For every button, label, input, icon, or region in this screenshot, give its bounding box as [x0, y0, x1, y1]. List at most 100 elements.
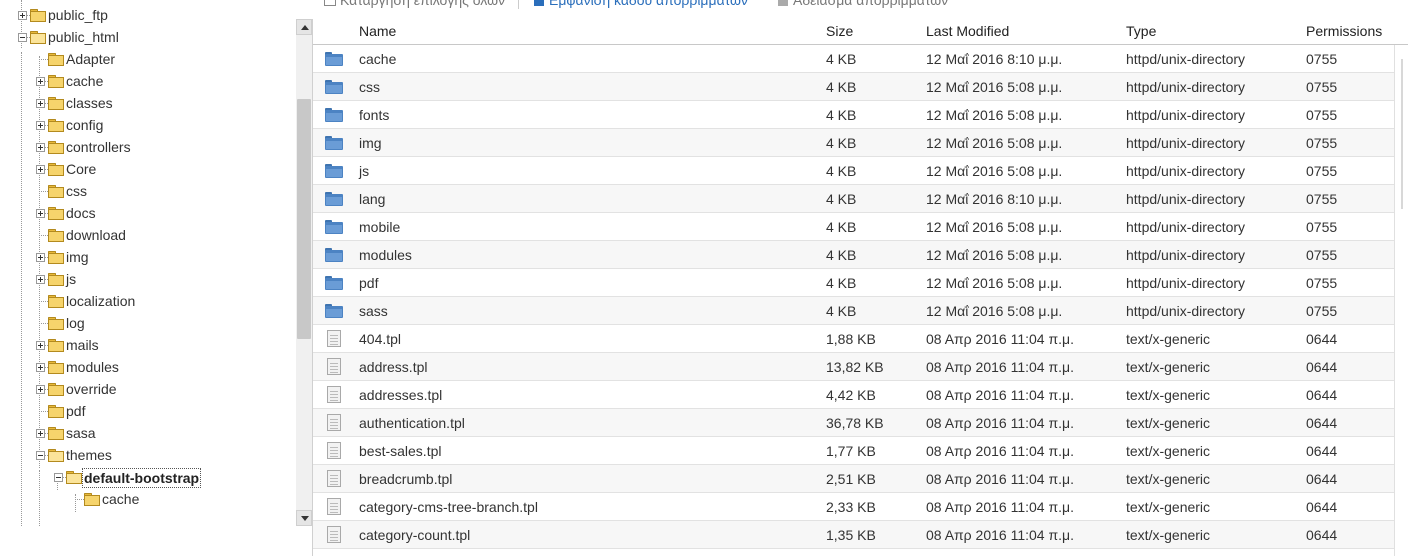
- expand-icon[interactable]: [36, 143, 45, 152]
- tree-item[interactable]: localization: [0, 290, 296, 312]
- tree-item[interactable]: classes: [0, 92, 296, 114]
- expand-icon[interactable]: [36, 385, 45, 394]
- tree-item[interactable]: log: [0, 312, 296, 334]
- cell-type: text/x-generic: [1126, 359, 1211, 375]
- expand-icon[interactable]: [36, 77, 45, 86]
- tree-item[interactable]: sasa: [0, 422, 296, 444]
- tree-item[interactable]: pdf: [0, 400, 296, 422]
- tree-item[interactable]: mails: [0, 334, 296, 356]
- tree-item[interactable]: public_ftp: [0, 4, 296, 26]
- tree-item[interactable]: img: [0, 246, 296, 268]
- cell-last-modified: 08 Απρ 2016 11:04 π.μ.: [926, 471, 1074, 487]
- scroll-up-button[interactable]: [296, 19, 312, 35]
- deselect-all-button[interactable]: Κατάργηση επιλογής όλων: [324, 0, 505, 9]
- expand-icon[interactable]: [36, 165, 45, 174]
- table-row[interactable]: fonts 4 KB 12 Μαΐ 2016 5:08 μ.μ. httpd/unix…: [313, 101, 1395, 129]
- folder-icon: [48, 207, 64, 220]
- tree-item[interactable]: modules: [0, 356, 296, 378]
- scrollbar-track[interactable]: [1401, 59, 1403, 209]
- collapse-icon[interactable]: [36, 451, 45, 460]
- file-icon: [327, 442, 341, 459]
- tree-item[interactable]: override: [0, 378, 296, 400]
- table-row[interactable]: pdf 4 KB 12 Μαΐ 2016 5:08 μ.μ. httpd/unix-d…: [313, 269, 1395, 297]
- folder-icon: [48, 251, 64, 264]
- table-row[interactable]: 404.tpl 1,88 KB 08 Απρ 2016 11:04 π.μ. text…: [313, 325, 1395, 353]
- cell-size: 1,35 KB: [826, 527, 876, 543]
- empty-trash-button[interactable]: Άδειασμα απορριμμάτων: [778, 0, 948, 9]
- expand-icon[interactable]: [36, 363, 45, 372]
- table-row[interactable]: address.tpl 13,82 KB 08 Απρ 2016 11:04 π.μ…: [313, 353, 1395, 381]
- tree-item-label: Adapter: [66, 51, 116, 67]
- tree-scrollbar[interactable]: [296, 19, 312, 526]
- folder-tree: public_ftp public_html Adapter cache classes…: [0, 0, 296, 530]
- table-row[interactable]: breadcrumb.tpl 2,51 KB 08 Απρ 2016 11:04 π…: [313, 465, 1395, 493]
- folder-icon: [48, 273, 64, 286]
- folder-icon: [30, 9, 46, 22]
- table-row[interactable]: category-cms-tree-branch.tpl 2,33 KB 08 Απ…: [313, 493, 1395, 521]
- tree-item[interactable]: Core: [0, 158, 296, 180]
- expand-icon[interactable]: [18, 11, 27, 20]
- tree-item[interactable]: css: [0, 180, 296, 202]
- expand-icon[interactable]: [36, 253, 45, 262]
- column-header-name[interactable]: Name: [359, 19, 396, 44]
- cell-last-modified: 08 Απρ 2016 11:04 π.μ.: [926, 387, 1074, 403]
- folder-icon: [325, 52, 343, 66]
- expand-icon[interactable]: [36, 209, 45, 218]
- table-scrollbar[interactable]: [1394, 45, 1408, 556]
- cell-permissions: 0755: [1306, 107, 1338, 123]
- tree-item[interactable]: download: [0, 224, 296, 246]
- empty-trash-label: Άδειασμα απορριμμάτων: [793, 0, 949, 8]
- cell-name: mobile: [359, 219, 401, 235]
- table-row[interactable]: img 4 KB 12 Μαΐ 2016 5:08 μ.μ. httpd/unix-d…: [313, 129, 1395, 157]
- cell-size: 4,42 KB: [826, 387, 876, 403]
- table-row[interactable]: cache 4 KB 12 Μαΐ 2016 8:10 μ.μ. httpd/unix…: [313, 45, 1395, 73]
- cell-type: httpd/unix-directory: [1126, 79, 1246, 95]
- expand-icon[interactable]: [36, 275, 45, 284]
- scroll-down-button[interactable]: [296, 510, 312, 526]
- expand-icon[interactable]: [36, 429, 45, 438]
- tree-item[interactable]: cache: [0, 488, 296, 510]
- cell-size: 4 KB: [826, 163, 857, 179]
- table-row[interactable]: modules 4 KB 12 Μαΐ 2016 5:08 μ.μ. httpd/un…: [313, 241, 1395, 269]
- tree-item-label: classes: [66, 95, 113, 111]
- expand-icon[interactable]: [36, 341, 45, 350]
- collapse-icon[interactable]: [54, 473, 63, 482]
- tree-item[interactable]: default-bootstrap: [0, 466, 296, 488]
- folder-icon: [48, 383, 64, 396]
- cell-size: 2,51 KB: [826, 471, 876, 487]
- table-row[interactable]: sass 4 KB 12 Μαΐ 2016 5:08 μ.μ. httpd/unix-…: [313, 297, 1395, 325]
- cell-permissions: 0644: [1306, 359, 1338, 375]
- cell-last-modified: 12 Μαΐ 2016 8:10 μ.μ.: [926, 51, 1063, 67]
- cell-last-modified: 08 Απρ 2016 11:04 π.μ.: [926, 331, 1074, 347]
- column-header-permissions[interactable]: Permissions: [1306, 19, 1382, 44]
- view-trash-button[interactable]: Εμφάνιση κάδου απορριμμάτων: [534, 0, 748, 9]
- cell-size: 13,82 KB: [826, 359, 884, 375]
- table-row[interactable]: js 4 KB 12 Μαΐ 2016 5:08 μ.μ. httpd/unix-di…: [313, 157, 1395, 185]
- tree-item-label: config: [66, 117, 104, 133]
- column-header-last-modified[interactable]: Last Modified: [926, 19, 1009, 44]
- table-row[interactable]: addresses.tpl 4,42 KB 08 Απρ 2016 11:04 π.…: [313, 381, 1395, 409]
- cell-name: category-cms-tree-branch.tpl: [359, 499, 538, 515]
- column-header-size[interactable]: Size: [826, 19, 853, 44]
- tree-item[interactable]: controllers: [0, 136, 296, 158]
- table-row[interactable]: css 4 KB 12 Μαΐ 2016 5:08 μ.μ. httpd/unix-d…: [313, 73, 1395, 101]
- column-header-type[interactable]: Type: [1126, 19, 1156, 44]
- table-row[interactable]: lang 4 KB 12 Μαΐ 2016 8:10 μ.μ. httpd/unix-…: [313, 185, 1395, 213]
- expand-icon[interactable]: [36, 121, 45, 130]
- collapse-icon[interactable]: [18, 33, 27, 42]
- table-row[interactable]: mobile 4 KB 12 Μαΐ 2016 5:08 μ.μ. httpd/uni…: [313, 213, 1395, 241]
- tree-item[interactable]: cache: [0, 70, 296, 92]
- tree-item[interactable]: config: [0, 114, 296, 136]
- table-row[interactable]: authentication.tpl 36,78 KB 08 Απρ 2016 11…: [313, 409, 1395, 437]
- tree-item[interactable]: public_html: [0, 26, 296, 48]
- cell-size: 36,78 KB: [826, 415, 884, 431]
- table-row[interactable]: best-sales.tpl 1,77 KB 08 Απρ 2016 11:04 π…: [313, 437, 1395, 465]
- scrollbar-thumb[interactable]: [297, 99, 311, 339]
- tree-item[interactable]: js: [0, 268, 296, 290]
- tree-item[interactable]: themes: [0, 444, 296, 466]
- tree-item[interactable]: Adapter: [0, 48, 296, 70]
- expand-icon[interactable]: [36, 99, 45, 108]
- tree-item[interactable]: docs: [0, 202, 296, 224]
- table-row[interactable]: category-count.tpl 1,35 KB 08 Απρ 2016 11:…: [313, 521, 1395, 549]
- cell-name: js: [359, 163, 370, 179]
